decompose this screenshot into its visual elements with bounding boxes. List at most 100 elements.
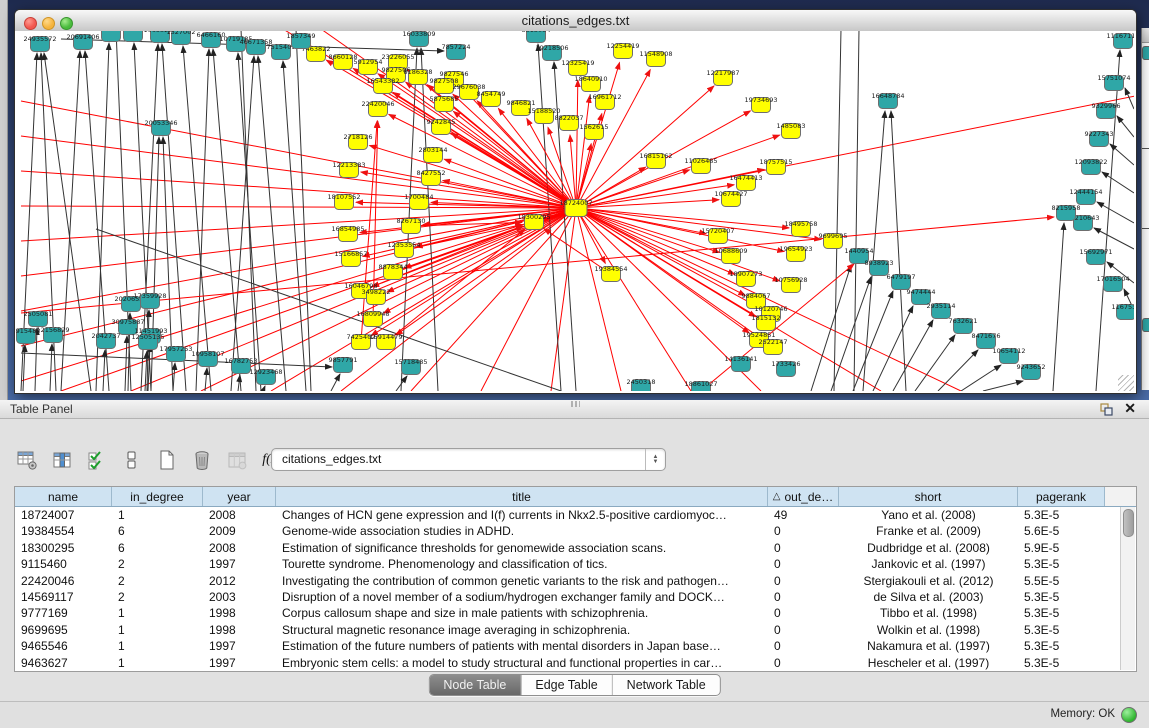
table-cell[interactable]: Tourette syndrome. Phenomenology and cla… xyxy=(276,556,768,572)
table-cell[interactable]: 6 xyxy=(112,540,203,556)
table-cell[interactable]: 5.3E-5 xyxy=(1018,638,1105,654)
network-canvas[interactable]: 1872400718300295746382286601285912954232… xyxy=(15,31,1136,393)
table-cell[interactable]: Franke et al. (2009) xyxy=(839,523,1018,539)
table-cell[interactable]: 19384554 xyxy=(15,523,112,539)
close-panel-icon[interactable]: ✕ xyxy=(1124,400,1136,417)
table-cell[interactable]: 1 xyxy=(112,622,203,638)
table-cell[interactable]: Embryonic stem cells: a model to study s… xyxy=(276,655,768,671)
table-cell[interactable]: 0 xyxy=(768,605,839,621)
table-cell[interactable]: 5.3E-5 xyxy=(1018,655,1105,671)
table-cell[interactable]: Investigating the contribution of common… xyxy=(276,573,768,589)
column-header-title[interactable]: title xyxy=(276,487,768,506)
column-header-year[interactable]: year xyxy=(203,487,276,506)
table-cell[interactable]: 9463627 xyxy=(15,655,112,671)
table-cell[interactable]: Wolkin et al. (1998) xyxy=(839,622,1018,638)
table-cell[interactable]: Hescheler et al. (1997) xyxy=(839,655,1018,671)
table-scrollbar[interactable] xyxy=(1120,507,1135,670)
table-cell[interactable]: 0 xyxy=(768,573,839,589)
table-cell[interactable]: 0 xyxy=(768,556,839,572)
table-cell[interactable]: 5.3E-5 xyxy=(1018,589,1105,605)
table-cell[interactable]: 14569117 xyxy=(15,589,112,605)
table-cell[interactable]: 0 xyxy=(768,638,839,654)
table-cell[interactable]: 1997 xyxy=(203,556,276,572)
table-cell[interactable]: 5.5E-5 xyxy=(1018,573,1105,589)
table-cell[interactable]: 1997 xyxy=(203,655,276,671)
table-cell[interactable]: 1 xyxy=(112,638,203,654)
table-cell[interactable]: 0 xyxy=(768,589,839,605)
table-cell[interactable]: Disruption of a novel member of a sodium… xyxy=(276,589,768,605)
select-rows-icon[interactable] xyxy=(84,447,110,473)
table-cell[interactable]: 49 xyxy=(768,507,839,523)
import-table-icon[interactable] xyxy=(224,447,250,473)
tab-edge-table[interactable]: Edge Table xyxy=(520,675,611,695)
memory-status-icon[interactable] xyxy=(1121,707,1137,723)
table-cell[interactable]: Jankovic et al. (1997) xyxy=(839,556,1018,572)
table-cell[interactable]: 1997 xyxy=(203,638,276,654)
table-cell[interactable]: 0 xyxy=(768,655,839,671)
splitter-grip-icon[interactable] xyxy=(571,401,580,407)
table-cell[interactable]: Stergiakouli et al. (2012) xyxy=(839,573,1018,589)
table-cell[interactable]: 5.3E-5 xyxy=(1018,556,1105,572)
table-cell[interactable]: 2009 xyxy=(203,523,276,539)
column-header-name[interactable]: name xyxy=(15,487,112,506)
table-cell[interactable]: 9115460 xyxy=(15,556,112,572)
row-filter-icon[interactable] xyxy=(119,447,145,473)
new-column-icon[interactable] xyxy=(14,447,40,473)
table-cell[interactable]: Estimation of significance thresholds fo… xyxy=(276,540,768,556)
table-cell[interactable]: 2003 xyxy=(203,589,276,605)
column-header-outde[interactable]: △out_de… xyxy=(768,487,839,506)
table-row[interactable]: 1872400712008Changes of HCN gene express… xyxy=(15,507,1136,523)
table-cell[interactable]: 5.3E-5 xyxy=(1018,622,1105,638)
table-cell[interactable]: Tibbo et al. (1998) xyxy=(839,605,1018,621)
table-cell[interactable]: 1998 xyxy=(203,622,276,638)
table-cell[interactable]: 9465546 xyxy=(15,638,112,654)
column-header-indegree[interactable]: in_degree xyxy=(112,487,203,506)
table-cell[interactable]: 5.3E-5 xyxy=(1018,507,1105,523)
table-row[interactable]: 1830029562008Estimation of significance … xyxy=(15,540,1136,556)
table-cell[interactable]: 5.6E-5 xyxy=(1018,523,1105,539)
table-cell[interactable]: 1 xyxy=(112,655,203,671)
table-cell[interactable]: 0 xyxy=(768,540,839,556)
window-titlebar[interactable]: citations_edges.txt xyxy=(15,10,1136,32)
table-row[interactable]: 977716911998Corpus callosum shape and si… xyxy=(15,605,1136,621)
window-resize-grip[interactable] xyxy=(1118,375,1134,391)
table-cell[interactable]: 1 xyxy=(112,605,203,621)
table-cell[interactable]: 0 xyxy=(768,622,839,638)
column-header-short[interactable]: short xyxy=(839,487,1018,506)
table-cell[interactable]: 9777169 xyxy=(15,605,112,621)
table-cell[interactable]: 0 xyxy=(768,523,839,539)
delete-table-icon[interactable] xyxy=(189,447,215,473)
table-cell[interactable]: 6 xyxy=(112,523,203,539)
table-cell[interactable]: 5.9E-5 xyxy=(1018,540,1105,556)
table-cell[interactable]: Yano et al. (2008) xyxy=(839,507,1018,523)
table-row[interactable]: 969969511998Structural magnetic resonanc… xyxy=(15,622,1136,638)
table-row[interactable]: 946362711997Embryonic stem cells: a mode… xyxy=(15,655,1136,671)
table-row[interactable]: 2242004622012Investigating the contribut… xyxy=(15,573,1136,589)
scrollbar-thumb[interactable] xyxy=(1123,509,1134,537)
table-cell[interactable]: 2 xyxy=(112,556,203,572)
table-cell[interactable]: 1998 xyxy=(203,605,276,621)
table-cell[interactable]: Corpus callosum shape and size in male p… xyxy=(276,605,768,621)
table-row[interactable]: 1456911722003Disruption of a novel membe… xyxy=(15,589,1136,605)
table-cell[interactable]: 5.3E-5 xyxy=(1018,605,1105,621)
table-cell[interactable]: 22420046 xyxy=(15,573,112,589)
table-selector-dropdown[interactable]: citations_edges.txt ▲▼ xyxy=(271,448,666,471)
table-row[interactable]: 911546021997Tourette syndrome. Phenomeno… xyxy=(15,556,1136,572)
table-cell[interactable]: Structural magnetic resonance image aver… xyxy=(276,622,768,638)
table-cell[interactable]: de Silva et al. (2003) xyxy=(839,589,1018,605)
table-cell[interactable]: 2 xyxy=(112,573,203,589)
column-header-pagerank[interactable]: pagerank xyxy=(1018,487,1105,506)
table-cell[interactable]: 2 xyxy=(112,589,203,605)
table-cell[interactable]: 2008 xyxy=(203,507,276,523)
table-cell[interactable]: Estimation of the future numbers of pati… xyxy=(276,638,768,654)
show-columns-icon[interactable] xyxy=(49,447,75,473)
table-cell[interactable]: 9699695 xyxy=(15,622,112,638)
tab-network-table[interactable]: Network Table xyxy=(612,675,720,695)
float-panel-icon[interactable] xyxy=(1100,403,1113,416)
table-cell[interactable]: 2012 xyxy=(203,573,276,589)
table-cell[interactable]: 1 xyxy=(112,507,203,523)
table-cell[interactable]: Changes of HCN gene expression and I(f) … xyxy=(276,507,768,523)
table-row[interactable]: 946554611997Estimation of the future num… xyxy=(15,638,1136,654)
tab-node-table[interactable]: Node Table xyxy=(429,675,520,695)
table-cell[interactable]: Nakamura et al. (1997) xyxy=(839,638,1018,654)
